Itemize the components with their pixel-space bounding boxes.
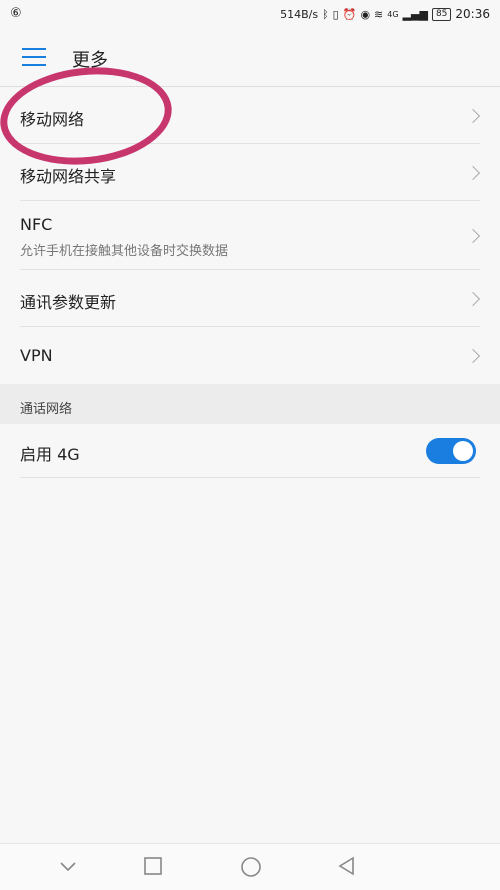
wifi-icon: ≋ <box>374 7 384 21</box>
status-bar: ⑥ 514B/s ᛒ ▯ ⏰ ◉ ≋ 4G ▂▄▆ 85 20:36 <box>0 0 500 30</box>
item-subtitle: 允许手机在接触其他设备时交换数据 <box>20 244 229 259</box>
item-label: 通讯参数更新 <box>20 293 117 312</box>
chevron-right-icon <box>465 108 481 124</box>
network-speed: 514B/s <box>280 7 319 21</box>
network-type: 4G <box>387 9 399 19</box>
bluetooth-icon: ᛒ <box>322 7 329 21</box>
alarm-icon: ⏰ <box>342 7 357 21</box>
section-title: 通话网络 <box>20 402 73 417</box>
eye-icon: ◉ <box>360 7 371 21</box>
section-header: 通话网络 <box>0 384 500 424</box>
list-item-nfc[interactable]: NFC 允许手机在接触其他设备时交换数据 <box>0 201 500 270</box>
clock: 20:36 <box>455 7 490 21</box>
vibrate-icon: ▯ <box>332 7 339 21</box>
item-label: NFC <box>20 215 53 234</box>
chevron-right-icon <box>465 165 481 181</box>
recents-icon[interactable] <box>143 856 163 876</box>
chevron-right-icon <box>465 291 481 307</box>
weibo-icon: ⑥ <box>10 6 22 21</box>
item-label: VPN <box>20 346 53 365</box>
menu-icon[interactable] <box>22 48 46 66</box>
enable-4g-toggle[interactable] <box>426 438 476 464</box>
signal-icon: ▂▄▆ <box>402 7 428 21</box>
home-icon[interactable] <box>240 856 262 878</box>
item-label: 启用 4G <box>20 445 80 464</box>
chevron-right-icon <box>465 228 481 244</box>
battery-icon: 85 <box>431 7 452 21</box>
list-item-enable-4g[interactable]: 启用 4G <box>0 424 500 478</box>
item-label: 移动网络共享 <box>20 167 117 186</box>
chevron-right-icon <box>465 348 481 364</box>
chevron-down-icon[interactable] <box>58 856 78 876</box>
list-item-carrier-update[interactable]: 通讯参数更新 <box>0 270 500 327</box>
navigation-bar <box>0 843 500 890</box>
back-icon[interactable] <box>336 856 356 876</box>
list-item-vpn[interactable]: VPN <box>0 327 500 384</box>
